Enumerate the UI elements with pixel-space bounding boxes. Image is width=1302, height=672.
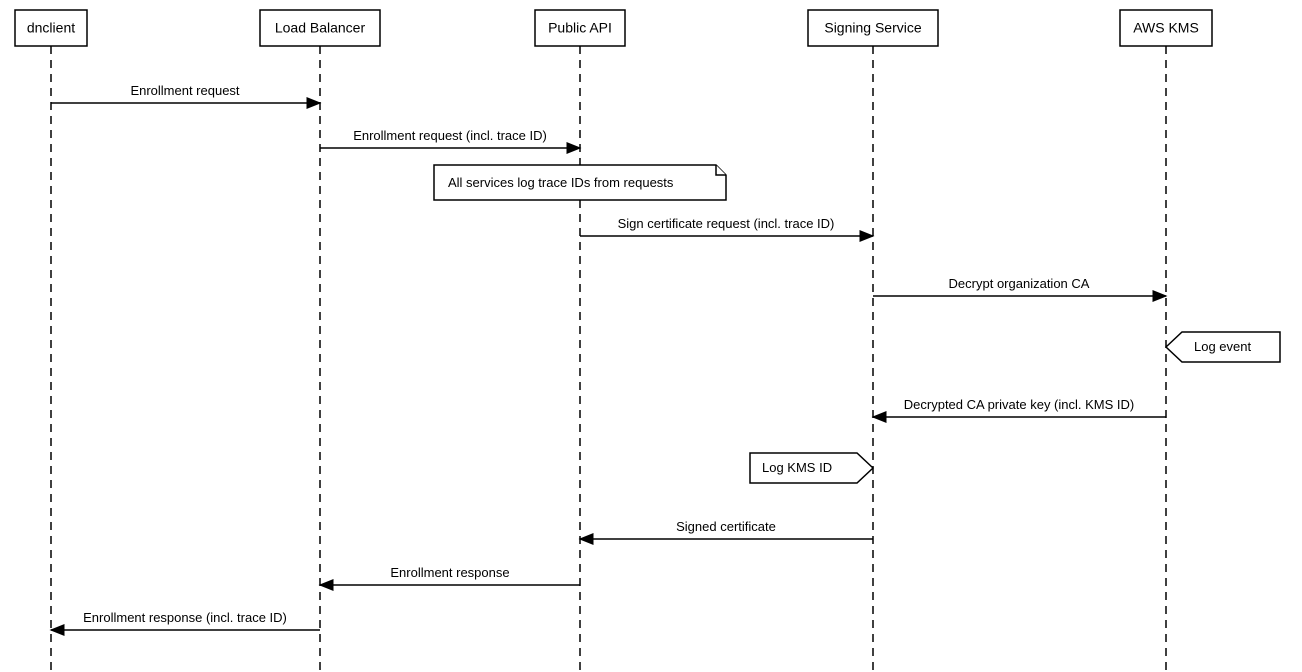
participant-aws-kms: AWS KMS: [1120, 10, 1212, 46]
msg-enrollment-response: Enrollment response: [320, 565, 580, 585]
participant-label: dnclient: [27, 20, 75, 36]
note-trace-ids: All services log trace IDs from requests: [434, 165, 726, 200]
msg-label: Decrypt organization CA: [949, 276, 1090, 291]
participant-dnclient: dnclient: [15, 10, 87, 46]
note-log-kms-id: Log KMS ID: [750, 453, 873, 483]
msg-enrollment-request-traceid: Enrollment request (incl. trace ID): [320, 128, 580, 148]
msg-enrollment-request: Enrollment request: [51, 83, 320, 103]
msg-decrypt-ca: Decrypt organization CA: [873, 276, 1166, 296]
participant-public-api: Public API: [535, 10, 625, 46]
msg-label: Decrypted CA private key (incl. KMS ID): [904, 397, 1134, 412]
msg-label: Enrollment request: [130, 83, 239, 98]
msg-label: Enrollment request (incl. trace ID): [353, 128, 547, 143]
msg-label: Enrollment response (incl. trace ID): [83, 610, 287, 625]
msg-sign-cert-request: Sign certificate request (incl. trace ID…: [580, 216, 873, 236]
note-label: Log KMS ID: [762, 460, 832, 475]
participant-label: Load Balancer: [275, 20, 366, 36]
msg-label: Enrollment response: [390, 565, 509, 580]
participant-load-balancer: Load Balancer: [260, 10, 380, 46]
msg-label: Sign certificate request (incl. trace ID…: [618, 216, 835, 231]
note-log-event: Log event: [1166, 332, 1280, 362]
note-label: All services log trace IDs from requests: [448, 175, 674, 190]
note-label: Log event: [1194, 339, 1251, 354]
participant-label: Public API: [548, 20, 612, 36]
msg-label: Signed certificate: [676, 519, 776, 534]
participant-signing-service: Signing Service: [808, 10, 938, 46]
participant-label: AWS KMS: [1133, 20, 1199, 36]
msg-signed-cert: Signed certificate: [580, 519, 873, 539]
msg-enrollment-response-traceid: Enrollment response (incl. trace ID): [51, 610, 320, 630]
sequence-diagram: dnclient Load Balancer Public API Signin…: [0, 0, 1302, 672]
msg-decrypted-key: Decrypted CA private key (incl. KMS ID): [873, 397, 1166, 417]
participant-label: Signing Service: [824, 20, 921, 36]
